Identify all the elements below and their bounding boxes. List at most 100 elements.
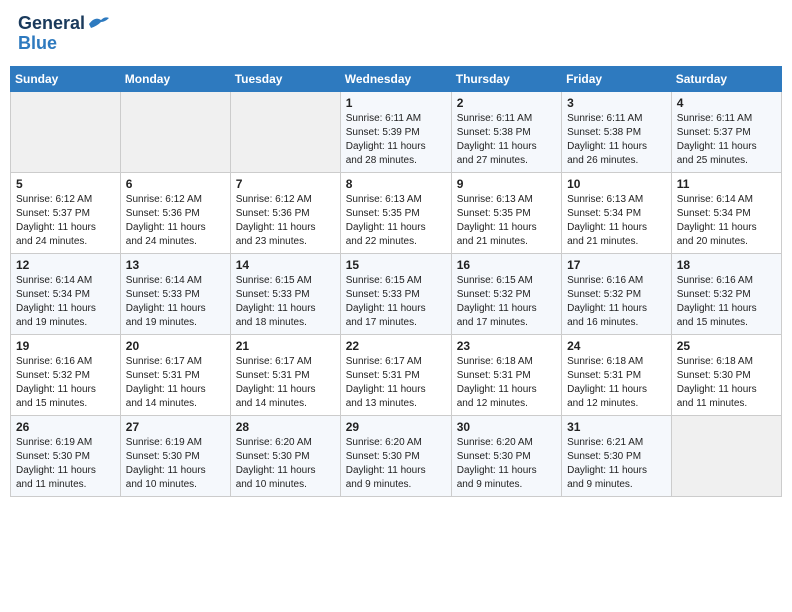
calendar-cell: 20Sunrise: 6:17 AM Sunset: 5:31 PM Dayli… (120, 334, 230, 415)
calendar-cell: 12 Sunrise: 6:14 AM Sunset: 5:34 PM Dayli… (11, 253, 121, 334)
calendar-cell (671, 415, 781, 496)
day-number: 23 (457, 339, 556, 353)
calendar-cell: 9Sunrise: 6:13 AM Sunset: 5:35 PM Daylig… (451, 172, 561, 253)
calendar-cell: 27 Sunrise: 6:19 AM Sunset: 5:30 PM Dayli… (120, 415, 230, 496)
day-number: 31 (567, 420, 666, 434)
day-number: 10 (567, 177, 666, 191)
day-number: 8 (346, 177, 446, 191)
logo: General Blue (18, 14, 109, 54)
calendar-cell: 29 Sunrise: 6:20 AM Sunset: 5:30 PM Dayli… (340, 415, 451, 496)
day-info: Sunrise: 6:21 AM Sunset: 5:30 PM Dayligh… (567, 436, 666, 492)
day-info: Sunrise: 6:11 AM Sunset: 5:38 PM Dayligh… (567, 112, 666, 168)
day-info: Sunrise: 6:11 AM Sunset: 5:37 PM Dayligh… (677, 112, 776, 168)
day-info: Sunrise: 6:17 AM Sunset: 5:31 PM Dayligh… (346, 355, 446, 411)
day-number: 17 (567, 258, 666, 272)
calendar-cell (120, 91, 230, 172)
day-number: 27 (126, 420, 225, 434)
page-header: General Blue (10, 10, 782, 58)
day-info: Sunrise: 6:15 AM Sunset: 5:32 PM Dayligh… (457, 274, 556, 330)
day-info: Sunrise: 6:13 AM Sunset: 5:34 PM Dayligh… (567, 193, 666, 249)
day-info: Sunrise: 6:12 AM Sunset: 5:36 PM Dayligh… (236, 193, 335, 249)
calendar-body: 1 Sunrise: 6:11 AM Sunset: 5:39 PM Daylig… (11, 91, 782, 496)
day-number: 21 (236, 339, 335, 353)
calendar-cell: 17 Sunrise: 6:16 AM Sunset: 5:32 PM Dayli… (562, 253, 672, 334)
day-number: 26 (16, 420, 115, 434)
weekday-header-thursday: Thursday (451, 66, 561, 91)
calendar-cell: 30Sunrise: 6:20 AM Sunset: 5:30 PM Dayli… (451, 415, 561, 496)
day-info: Sunrise: 6:17 AM Sunset: 5:31 PM Dayligh… (236, 355, 335, 411)
day-number: 29 (346, 420, 446, 434)
calendar-week-row: 12 Sunrise: 6:14 AM Sunset: 5:34 PM Dayli… (11, 253, 782, 334)
calendar-table: SundayMondayTuesdayWednesdayThursdayFrid… (10, 66, 782, 497)
day-info: Sunrise: 6:12 AM Sunset: 5:37 PM Dayligh… (16, 193, 115, 249)
calendar-cell (11, 91, 121, 172)
day-number: 22 (346, 339, 446, 353)
day-number: 11 (677, 177, 776, 191)
day-info: Sunrise: 6:19 AM Sunset: 5:30 PM Dayligh… (16, 436, 115, 492)
day-info: Sunrise: 6:14 AM Sunset: 5:33 PM Dayligh… (126, 274, 225, 330)
day-number: 2 (457, 96, 556, 110)
calendar-cell: 8Sunrise: 6:13 AM Sunset: 5:35 PM Daylig… (340, 172, 451, 253)
day-number: 1 (346, 96, 446, 110)
day-number: 24 (567, 339, 666, 353)
calendar-cell: 7 Sunrise: 6:12 AM Sunset: 5:36 PM Daylig… (230, 172, 340, 253)
calendar-cell: 13Sunrise: 6:14 AM Sunset: 5:33 PM Dayli… (120, 253, 230, 334)
day-info: Sunrise: 6:14 AM Sunset: 5:34 PM Dayligh… (16, 274, 115, 330)
day-number: 25 (677, 339, 776, 353)
weekday-header-tuesday: Tuesday (230, 66, 340, 91)
calendar-cell: 15Sunrise: 6:15 AM Sunset: 5:33 PM Dayli… (340, 253, 451, 334)
calendar-cell: 11 Sunrise: 6:14 AM Sunset: 5:34 PM Dayli… (671, 172, 781, 253)
day-info: Sunrise: 6:15 AM Sunset: 5:33 PM Dayligh… (236, 274, 335, 330)
calendar-cell: 25Sunrise: 6:18 AM Sunset: 5:30 PM Dayli… (671, 334, 781, 415)
day-number: 4 (677, 96, 776, 110)
calendar-week-row: 1 Sunrise: 6:11 AM Sunset: 5:39 PM Daylig… (11, 91, 782, 172)
calendar-cell: 28 Sunrise: 6:20 AM Sunset: 5:30 PM Dayli… (230, 415, 340, 496)
calendar-cell: 1 Sunrise: 6:11 AM Sunset: 5:39 PM Daylig… (340, 91, 451, 172)
day-number: 16 (457, 258, 556, 272)
calendar-cell: 3Sunrise: 6:11 AM Sunset: 5:38 PM Daylig… (562, 91, 672, 172)
logo-general: General (18, 14, 85, 34)
day-info: Sunrise: 6:18 AM Sunset: 5:31 PM Dayligh… (567, 355, 666, 411)
day-number: 7 (236, 177, 335, 191)
weekday-header-wednesday: Wednesday (340, 66, 451, 91)
day-info: Sunrise: 6:14 AM Sunset: 5:34 PM Dayligh… (677, 193, 776, 249)
weekday-header-sunday: Sunday (11, 66, 121, 91)
weekday-header-friday: Friday (562, 66, 672, 91)
day-number: 20 (126, 339, 225, 353)
calendar-header: SundayMondayTuesdayWednesdayThursdayFrid… (11, 66, 782, 91)
calendar-cell: 19Sunrise: 6:16 AM Sunset: 5:32 PM Dayli… (11, 334, 121, 415)
day-info: Sunrise: 6:15 AM Sunset: 5:33 PM Dayligh… (346, 274, 446, 330)
weekday-header-saturday: Saturday (671, 66, 781, 91)
weekday-header-row: SundayMondayTuesdayWednesdayThursdayFrid… (11, 66, 782, 91)
weekday-header-monday: Monday (120, 66, 230, 91)
calendar-cell: 5Sunrise: 6:12 AM Sunset: 5:37 PM Daylig… (11, 172, 121, 253)
calendar-cell: 4 Sunrise: 6:11 AM Sunset: 5:37 PM Daylig… (671, 91, 781, 172)
calendar-cell: 23 Sunrise: 6:18 AM Sunset: 5:31 PM Dayli… (451, 334, 561, 415)
calendar-cell: 21 Sunrise: 6:17 AM Sunset: 5:31 PM Dayli… (230, 334, 340, 415)
day-info: Sunrise: 6:16 AM Sunset: 5:32 PM Dayligh… (16, 355, 115, 411)
calendar-cell: 31 Sunrise: 6:21 AM Sunset: 5:30 PM Dayli… (562, 415, 672, 496)
day-number: 18 (677, 258, 776, 272)
day-number: 14 (236, 258, 335, 272)
day-number: 30 (457, 420, 556, 434)
day-info: Sunrise: 6:11 AM Sunset: 5:38 PM Dayligh… (457, 112, 556, 168)
calendar-week-row: 19Sunrise: 6:16 AM Sunset: 5:32 PM Dayli… (11, 334, 782, 415)
day-info: Sunrise: 6:13 AM Sunset: 5:35 PM Dayligh… (457, 193, 556, 249)
day-number: 12 (16, 258, 115, 272)
day-info: Sunrise: 6:11 AM Sunset: 5:39 PM Dayligh… (346, 112, 446, 168)
day-info: Sunrise: 6:18 AM Sunset: 5:31 PM Dayligh… (457, 355, 556, 411)
day-info: Sunrise: 6:20 AM Sunset: 5:30 PM Dayligh… (346, 436, 446, 492)
calendar-cell: 16 Sunrise: 6:15 AM Sunset: 5:32 PM Dayli… (451, 253, 561, 334)
day-info: Sunrise: 6:20 AM Sunset: 5:30 PM Dayligh… (236, 436, 335, 492)
day-info: Sunrise: 6:16 AM Sunset: 5:32 PM Dayligh… (567, 274, 666, 330)
calendar-cell: 2 Sunrise: 6:11 AM Sunset: 5:38 PM Daylig… (451, 91, 561, 172)
day-info: Sunrise: 6:19 AM Sunset: 5:30 PM Dayligh… (126, 436, 225, 492)
day-number: 28 (236, 420, 335, 434)
logo-bird-icon (87, 14, 109, 30)
day-info: Sunrise: 6:12 AM Sunset: 5:36 PM Dayligh… (126, 193, 225, 249)
calendar-cell: 24 Sunrise: 6:18 AM Sunset: 5:31 PM Dayli… (562, 334, 672, 415)
calendar-cell: 14 Sunrise: 6:15 AM Sunset: 5:33 PM Dayli… (230, 253, 340, 334)
calendar-cell: 18Sunrise: 6:16 AM Sunset: 5:32 PM Dayli… (671, 253, 781, 334)
calendar-cell: 22 Sunrise: 6:17 AM Sunset: 5:31 PM Dayli… (340, 334, 451, 415)
logo-blue: Blue (18, 34, 57, 54)
